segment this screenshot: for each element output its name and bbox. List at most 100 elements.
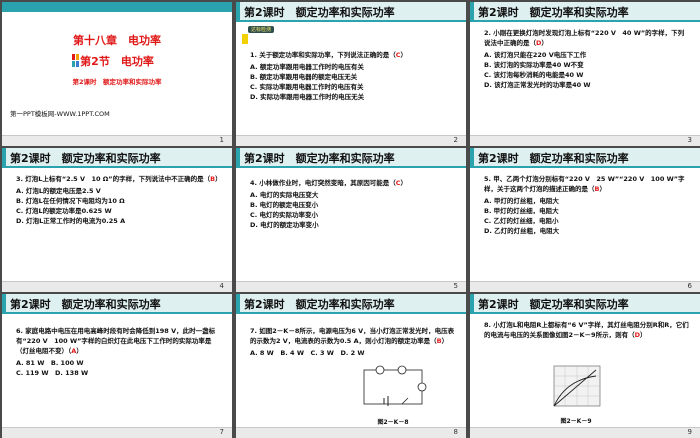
option-b: B. 灯泡L在任何情况下电阻均为10 Ω [16, 197, 125, 205]
question-text: 1. 关于额定功率和实际功率，下列说法正确的是（ [250, 51, 396, 59]
question-body: 3. 灯泡L上标有“2.5 V 10 Ω”的字样，下列说法中不正确的是（B） A… [16, 175, 222, 225]
slide-title: 第2课时 额定功率和实际功率 [244, 298, 395, 311]
page-number: 5 [453, 282, 458, 290]
section-title: 第2节 电功率 [80, 55, 154, 68]
option-d: D. 2 W [340, 349, 365, 357]
slide-footer: 6 [470, 281, 700, 292]
page-number: 6 [687, 282, 692, 290]
question-body: 1. 关于额定功率和实际功率，下列说法正确的是（C） A. 额定功率跟用电器工作… [250, 50, 456, 102]
slide-header: 第2课时 额定功率和实际功率 [470, 148, 700, 168]
page-number: 3 [687, 136, 692, 144]
slide-header: 第2课时 额定功率和实际功率 [2, 294, 232, 314]
lesson-subtitle: 第2课时 额定功率和实际功率 [72, 78, 162, 86]
page-number: 7 [219, 428, 224, 436]
option-d: D. 灯泡L正常工作时的电流为0.25 A [16, 217, 126, 225]
slide-title: 第2课时 额定功率和实际功率 [10, 152, 161, 165]
slide-footer: 3 [470, 135, 700, 146]
option-a: A. 额定功率跟用电器工作时的电压有关 [250, 63, 364, 71]
option-b: B. 100 W [50, 359, 84, 367]
circuit-diagram [363, 365, 427, 406]
option-d: D. 乙灯的灯丝粗，电阻大 [484, 227, 560, 235]
slide-6[interactable]: 第2课时 额定功率和实际功率 5. 甲、乙两个灯泡分别标有“220 V 25 W… [470, 148, 700, 292]
slide-7[interactable]: 第2课时 额定功率和实际功率 6. 家庭电路中电压在用电高峰时段有时会降低到19… [2, 294, 232, 438]
slide-header: 第2课时 额定功率和实际功率 [470, 2, 700, 22]
iu-graph [553, 365, 601, 407]
check-badge: 达标检测 [248, 26, 275, 33]
option-b: B. 甲灯的灯丝细，电阻大 [484, 207, 559, 215]
page-number: 8 [453, 428, 458, 436]
slide-title: 第2课时 额定功率和实际功率 [478, 6, 629, 19]
slide-9[interactable]: 第2课时 额定功率和实际功率 8. 小灯泡L和电阻R上都标有“6 V”字样，其灯… [470, 294, 700, 438]
option-c: C. 该灯泡每秒消耗的电能是40 W [484, 71, 584, 79]
question-text: 7. 如图2－K－8所示，电源电压为6 V，当小灯泡正常发光时，电压表的示数为2… [250, 327, 455, 345]
slide-footer: 7 [2, 427, 232, 438]
slide-5[interactable]: 第2课时 额定功率和实际功率 4. 小林做作业时，电灯突然变暗，其原因可能是（C… [236, 148, 466, 292]
question-body: 2. 小刚在更换灯泡时发现灯泡上标有“220 V 40 W”的字样，下列说法中正… [484, 28, 690, 90]
page-number: 2 [453, 136, 458, 144]
option-d: D. 电灯的额定功率变小 [250, 221, 319, 229]
cover-top-band [2, 2, 232, 12]
slide-header: 第2课时 额定功率和实际功率 [236, 2, 466, 22]
slide-8[interactable]: 第2课时 额定功率和实际功率 7. 如图2－K－8所示，电源电压为6 V，当小灯… [236, 294, 466, 438]
question-text: 3. 灯泡L上标有“2.5 V 10 Ω”的字样，下列说法中不正确的是（ [16, 175, 211, 183]
slide-footer: 5 [236, 281, 466, 292]
slide-header: 第2课时 额定功率和实际功率 [236, 148, 466, 168]
option-c: C. 乙灯的灯丝细，电阻小 [484, 217, 559, 225]
question-text: 4. 小林做作业时，电灯突然变暗，其原因可能是（ [250, 179, 396, 187]
question-body: 7. 如图2－K－8所示，电源电压为6 V，当小灯泡正常发光时，电压表的示数为2… [250, 327, 456, 358]
option-d: D. 该灯泡正常发光时的功率是40 W [484, 81, 591, 89]
question-text: 8. 小灯泡L和电阻R上都标有“6 V”字样，其灯丝电阻分别R和R，它们的电流与… [484, 321, 689, 339]
question-body: 4. 小林做作业时，电灯突然变暗，其原因可能是（C） A. 电灯的实际电压变大 … [250, 178, 456, 230]
slide-header: 第2课时 额定功率和实际功率 [2, 148, 232, 168]
slide-footer: 1 [2, 135, 232, 146]
slide-title: 第2课时 额定功率和实际功率 [244, 152, 395, 165]
slide-grid: 第十八章 电功率 第2节 电功率 第2课时 额定功率和实际功率 第一PPT模板网… [0, 0, 700, 438]
option-a: A. 灯泡L的额定电压是2.5 V [16, 187, 101, 195]
option-b: B. 4 W [280, 349, 304, 357]
slide-header: 第2课时 额定功率和实际功率 [470, 294, 700, 314]
slide-title: 第2课时 额定功率和实际功率 [478, 152, 629, 165]
question-text: 2. 小刚在更换灯泡时发现灯泡上标有“220 V 40 W”的字样，下列说法中正… [484, 29, 685, 47]
question-text: 5. 甲、乙两个灯泡分别标有“220 V 25 W”“220 V 100 W”字… [484, 175, 685, 193]
question-body: 6. 家庭电路中电压在用电高峰时段有时会降低到198 V，此时一盏标有“220 … [16, 326, 222, 378]
page-number: 4 [219, 282, 224, 290]
option-a: A. 81 W [16, 359, 45, 367]
option-a: A. 8 W [250, 349, 274, 357]
figure-caption: 图2－K－8 [377, 419, 409, 426]
option-a: A. 该灯泡只能在220 V电压下工作 [484, 51, 587, 59]
slide-footer: 4 [2, 281, 232, 292]
slide-title: 第2课时 额定功率和实际功率 [478, 298, 629, 311]
slide-4[interactable]: 第2课时 额定功率和实际功率 3. 灯泡L上标有“2.5 V 10 Ω”的字样，… [2, 148, 232, 292]
slide-footer: 2 [236, 135, 466, 146]
option-c: C. 灯泡L的额定功率是0.625 W [16, 207, 112, 215]
site-label: 第一PPT模板网-WWW.1PPT.COM [10, 110, 110, 118]
slide-title: 第2课时 额定功率和实际功率 [244, 6, 395, 19]
option-b: B. 电灯的额定电压变小 [250, 201, 319, 209]
slide-footer: 9 [470, 427, 700, 438]
figure-caption: 图2－K－9 [560, 418, 592, 425]
question-body: 5. 甲、乙两个灯泡分别标有“220 V 25 W”“220 V 100 W”字… [484, 174, 690, 236]
option-c: C. 119 W [16, 369, 49, 377]
question-body: 8. 小灯泡L和电阻R上都标有“6 V”字样，其灯丝电阻分别R和R，它们的电流与… [484, 321, 689, 339]
option-d: D. 138 W [55, 369, 89, 377]
badge-row: 达标检测 [242, 26, 275, 33]
option-c: C. 实际功率跟用电器工作时的电压有关 [250, 83, 364, 91]
options-row: A. 8 W B. 4 W C. 3 W D. 2 W [250, 348, 456, 358]
slide-header: 第2课时 额定功率和实际功率 [236, 294, 466, 314]
slide-2[interactable]: 第2课时 额定功率和实际功率 达标检测 1. 关于额定功率和实际功率，下列说法正… [236, 2, 466, 146]
option-c: C. 电灯的实际功率变小 [250, 211, 319, 219]
slide-3[interactable]: 第2课时 额定功率和实际功率 2. 小刚在更换灯泡时发现灯泡上标有“220 V … [470, 2, 700, 146]
slide-1[interactable]: 第十八章 电功率 第2节 电功率 第2课时 额定功率和实际功率 第一PPT模板网… [2, 2, 232, 146]
option-a: A. 甲灯的灯丝粗，电阻大 [484, 197, 559, 205]
options-row-1: A. 81 W B. 100 W [16, 358, 222, 368]
slide-footer: 8 [236, 427, 466, 438]
option-a: A. 电灯的实际电压变大 [250, 191, 319, 199]
question-text: 6. 家庭电路中电压在用电高峰时段有时会降低到198 V，此时一盏标有“220 … [16, 327, 216, 355]
option-c: C. 3 W [310, 349, 334, 357]
chapter-title: 第十八章 电功率 [73, 34, 161, 47]
page-number: 1 [219, 136, 224, 144]
option-b: B. 额定功率跟用电器的额定电压无关 [250, 73, 358, 81]
options-row-2: C. 119 W D. 138 W [16, 368, 222, 378]
page-number: 9 [687, 428, 692, 436]
option-d: D. 实际功率跟用电器工作时的电压无关 [250, 93, 365, 101]
